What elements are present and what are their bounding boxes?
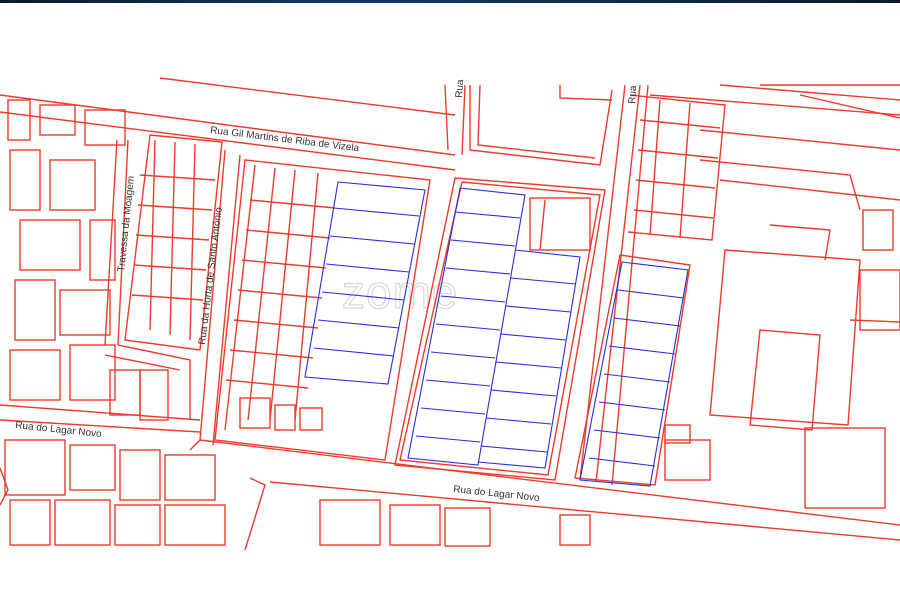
- map-canvas: zome Rua Gil Martins de Riba de Vizela T…: [0, 77, 900, 551]
- street-label-travessa-moagem: Travessa da Moagem: [116, 175, 137, 272]
- street-label-vertical-top: Rua: [454, 79, 466, 99]
- street-label-vertical-right: Rua: [627, 85, 639, 105]
- street-label-gil-martins: Rua Gil Martins de Riba de Vizela: [210, 125, 361, 154]
- lot-divisions: [304, 181, 689, 487]
- street-label-lagar-novo-east: Rua do Lagar Novo: [453, 484, 541, 504]
- street-label-horta-santo-antonio: Rua da Horta de Santo António: [197, 206, 225, 345]
- cadastral-map: zome Rua Gil Martins de Riba de Vizela T…: [0, 0, 900, 597]
